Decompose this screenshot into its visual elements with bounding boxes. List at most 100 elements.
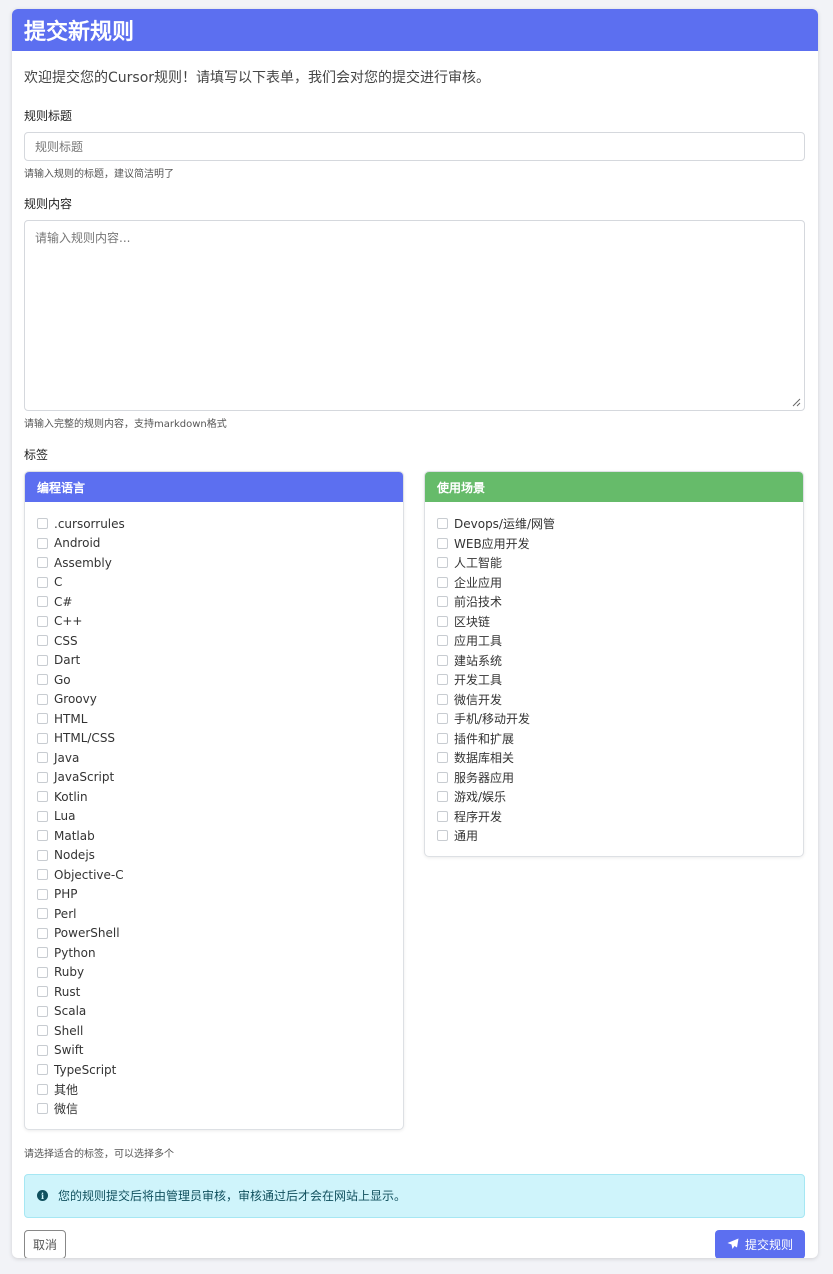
language-tag-checkbox[interactable] — [37, 615, 48, 627]
language-tag-checkbox[interactable] — [37, 947, 48, 959]
language-tag-checkbox[interactable] — [37, 713, 48, 725]
language-tag-checkbox[interactable] — [37, 1083, 48, 1095]
scenario-tag-item[interactable]: 微信开发 — [437, 690, 791, 710]
scenario-tag-item[interactable]: 建站系统 — [437, 651, 791, 671]
language-tag-item[interactable]: Rust — [37, 982, 391, 1002]
language-tag-item[interactable]: Objective-C — [37, 865, 391, 885]
language-tag-checkbox[interactable] — [37, 596, 48, 608]
scenario-tag-checkbox[interactable] — [437, 752, 448, 764]
scenario-tag-item[interactable]: 程序开发 — [437, 807, 791, 827]
language-tag-item[interactable]: HTML/CSS — [37, 729, 391, 749]
language-tag-item[interactable]: Assembly — [37, 553, 391, 573]
language-tag-item[interactable]: PHP — [37, 885, 391, 905]
title-input[interactable]: 规则标题 — [24, 132, 805, 161]
language-tag-checkbox[interactable] — [37, 654, 48, 666]
scenario-tag-checkbox[interactable] — [437, 713, 448, 725]
language-tag-item[interactable]: Kotlin — [37, 787, 391, 807]
scenario-tag-item[interactable]: 手机/移动开发 — [437, 709, 791, 729]
language-tag-item[interactable]: C++ — [37, 612, 391, 632]
language-tag-item[interactable]: Groovy — [37, 690, 391, 710]
language-tag-checkbox[interactable] — [37, 771, 48, 783]
scenario-tag-checkbox[interactable] — [437, 576, 448, 588]
language-tag-item[interactable]: Python — [37, 943, 391, 963]
language-tag-checkbox[interactable] — [37, 752, 48, 764]
scenario-tag-item[interactable]: 数据库相关 — [437, 748, 791, 768]
language-tag-item[interactable]: Android — [37, 534, 391, 554]
scenario-tag-checkbox[interactable] — [437, 635, 448, 647]
language-tag-item[interactable]: Nodejs — [37, 846, 391, 866]
language-tag-item[interactable]: Java — [37, 748, 391, 768]
scenario-tag-checkbox[interactable] — [437, 810, 448, 822]
scenario-tag-checkbox[interactable] — [437, 615, 448, 627]
scenario-tag-item[interactable]: 游戏/娱乐 — [437, 787, 791, 807]
scenario-tag-checkbox[interactable] — [437, 537, 448, 549]
scenario-tag-checkbox[interactable] — [437, 557, 448, 569]
language-tag-item[interactable]: Dart — [37, 651, 391, 671]
language-tag-item[interactable]: 其他 — [37, 1080, 391, 1100]
scenario-tag-item[interactable]: 通用 — [437, 826, 791, 846]
language-tag-checkbox[interactable] — [37, 1025, 48, 1037]
language-tag-checkbox[interactable] — [37, 732, 48, 744]
language-tag-item[interactable]: JavaScript — [37, 768, 391, 788]
language-tag-item[interactable]: CSS — [37, 631, 391, 651]
language-tag-item[interactable]: TypeScript — [37, 1060, 391, 1080]
language-tag-checkbox[interactable] — [37, 1044, 48, 1056]
scenario-tag-item[interactable]: 区块链 — [437, 612, 791, 632]
language-tag-item[interactable]: Matlab — [37, 826, 391, 846]
scenario-tag-checkbox[interactable] — [437, 518, 448, 530]
language-tag-item[interactable]: HTML — [37, 709, 391, 729]
scenario-tag-item[interactable]: 前沿技术 — [437, 592, 791, 612]
language-tag-item[interactable]: 微信 — [37, 1099, 391, 1119]
cancel-button[interactable]: 取消 — [24, 1229, 67, 1258]
language-tag-item[interactable]: Scala — [37, 1002, 391, 1022]
language-tag-checkbox[interactable] — [37, 1064, 48, 1076]
language-tag-item[interactable]: Ruby — [37, 963, 391, 983]
scenario-tag-item[interactable]: 企业应用 — [437, 573, 791, 593]
language-tag-checkbox[interactable] — [37, 1103, 48, 1115]
language-tag-item[interactable]: C# — [37, 592, 391, 612]
language-tag-checkbox[interactable] — [37, 966, 48, 978]
scenario-tag-checkbox[interactable] — [437, 791, 448, 803]
scenario-tag-item[interactable]: 开发工具 — [437, 670, 791, 690]
language-tag-item[interactable]: PowerShell — [37, 924, 391, 944]
language-tag-checkbox[interactable] — [37, 537, 48, 549]
language-tag-checkbox[interactable] — [37, 576, 48, 588]
language-tag-checkbox[interactable] — [37, 849, 48, 861]
language-tag-item[interactable]: Go — [37, 670, 391, 690]
language-tag-checkbox[interactable] — [37, 693, 48, 705]
scenario-tag-checkbox[interactable] — [437, 732, 448, 744]
language-tag-checkbox[interactable] — [37, 518, 48, 530]
scenario-tag-checkbox[interactable] — [437, 596, 448, 608]
language-tag-checkbox[interactable] — [37, 888, 48, 900]
language-tag-item[interactable]: Perl — [37, 904, 391, 924]
language-tag-checkbox[interactable] — [37, 674, 48, 686]
language-tag-checkbox[interactable] — [37, 908, 48, 920]
language-tag-item[interactable]: C — [37, 573, 391, 593]
language-tag-checkbox[interactable] — [37, 791, 48, 803]
scenario-tag-item[interactable]: 插件和扩展 — [437, 729, 791, 749]
scenario-tag-item[interactable]: WEB应用开发 — [437, 534, 791, 554]
scenario-tag-item[interactable]: Devops/运维/网管 — [437, 514, 791, 534]
language-tag-checkbox[interactable] — [37, 869, 48, 881]
scenario-tag-checkbox[interactable] — [437, 830, 448, 842]
scenario-tag-item[interactable]: 服务器应用 — [437, 768, 791, 788]
scenario-tag-checkbox[interactable] — [437, 654, 448, 666]
scenario-tag-item[interactable]: 应用工具 — [437, 631, 791, 651]
language-tag-checkbox[interactable] — [37, 635, 48, 647]
language-tag-checkbox[interactable] — [37, 927, 48, 939]
language-tag-item[interactable]: .cursorrules — [37, 514, 391, 534]
language-tag-checkbox[interactable] — [37, 1005, 48, 1017]
scenario-tag-item[interactable]: 人工智能 — [437, 553, 791, 573]
language-tag-checkbox[interactable] — [37, 557, 48, 569]
language-tag-item[interactable]: Lua — [37, 807, 391, 827]
scenario-tag-checkbox[interactable] — [437, 674, 448, 686]
language-tag-checkbox[interactable] — [37, 830, 48, 842]
content-textarea[interactable]: 请输入规则内容... — [24, 220, 805, 411]
scenario-tag-checkbox[interactable] — [437, 771, 448, 783]
resize-handle-icon[interactable] — [791, 397, 801, 407]
scenario-tag-checkbox[interactable] — [437, 693, 448, 705]
language-tag-checkbox[interactable] — [37, 810, 48, 822]
language-tag-checkbox[interactable] — [37, 986, 48, 998]
language-tag-item[interactable]: Swift — [37, 1041, 391, 1061]
language-tag-item[interactable]: Shell — [37, 1021, 391, 1041]
